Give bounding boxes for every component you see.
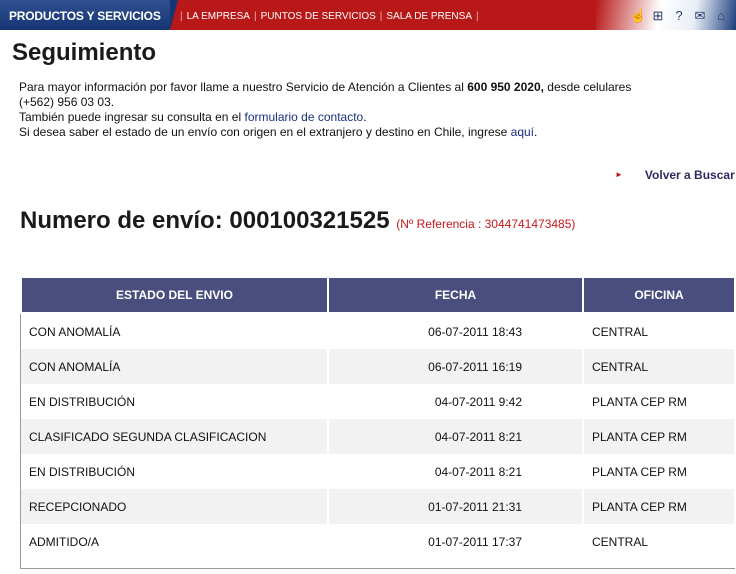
cell-estado: RECEPCIONADO bbox=[21, 489, 329, 524]
home-icon[interactable]: ⌂ bbox=[714, 9, 728, 22]
international-tracking-link[interactable]: aquí bbox=[511, 125, 534, 139]
brand-label: PRODUCTOS Y SERVICIOS bbox=[9, 9, 161, 23]
cell-estado: EN DISTRIBUCIÓN bbox=[21, 384, 329, 419]
phone-number: 600 950 2020, bbox=[467, 80, 544, 94]
header-oficina: OFICINA bbox=[582, 278, 736, 314]
arrow-right-icon: ► bbox=[615, 170, 623, 179]
table-row: EN DISTRIBUCIÓN 04-07-2011 8:21 PLANTA C… bbox=[21, 454, 736, 489]
sitemap-icon[interactable]: ⊞ bbox=[651, 9, 665, 22]
cell-fecha: 04-07-2011 9:42 bbox=[328, 384, 584, 419]
cell-oficina: PLANTA CEP RM bbox=[583, 419, 736, 454]
table-row: RECEPCIONADO 01-07-2011 21:31 PLANTA CEP… bbox=[21, 489, 736, 524]
info-line-3: También puede ingresar su consulta en el… bbox=[19, 110, 367, 124]
cell-fecha: 01-07-2011 17:37 bbox=[328, 524, 584, 559]
tracking-table-container: ESTADO DEL ENVIO FECHA OFICINA CON ANOMA… bbox=[20, 278, 736, 559]
cell-fecha: 04-07-2011 8:21 bbox=[328, 454, 584, 489]
cell-oficina: PLANTA CEP RM bbox=[583, 454, 736, 489]
info-line-2: (+562) 956 03 03. bbox=[19, 95, 115, 109]
header-tools: ☝ ⊞ ? ✉ ⌂ bbox=[630, 9, 728, 22]
shipment-number-heading: Numero de envío: 000100321525 (Nº Refere… bbox=[20, 207, 575, 235]
info-line-4: Si desea saber el estado de un envío con… bbox=[19, 125, 538, 139]
cell-estado: CLASIFICADO SEGUNDA CLASIFICACION bbox=[21, 419, 329, 454]
help-icon[interactable]: ? bbox=[672, 9, 686, 22]
cell-estado: ADMITIDO/A bbox=[21, 524, 329, 559]
hand-pointer-icon[interactable]: ☝ bbox=[630, 9, 646, 22]
cell-oficina: CENTRAL bbox=[583, 349, 736, 384]
mail-icon[interactable]: ✉ bbox=[693, 9, 707, 22]
brand-tab-corner bbox=[170, 0, 178, 30]
contact-form-link[interactable]: formulario de contacto bbox=[244, 110, 363, 124]
back-to-search-label: Volver a Buscar bbox=[644, 168, 735, 182]
top-navigation-bar: PRODUCTOS Y SERVICIOS | LA EMPRESA | PUNTOS… bbox=[0, 0, 736, 30]
table-header-row: ESTADO DEL ENVIO FECHA OFICINA bbox=[20, 278, 736, 314]
products-services-menu[interactable]: PRODUCTOS Y SERVICIOS bbox=[0, 0, 170, 30]
nav-sala-de-prensa[interactable]: SALA DE PRENSA bbox=[382, 11, 476, 22]
header-fecha: FECHA bbox=[327, 278, 584, 314]
back-to-search-link[interactable]: ► Volver a Buscar bbox=[615, 168, 735, 182]
page-title: Seguimiento bbox=[12, 39, 157, 66]
cell-estado: CON ANOMALÍA bbox=[21, 349, 329, 384]
cell-fecha: 04-07-2011 8:21 bbox=[328, 419, 584, 454]
top-nav: | LA EMPRESA | PUNTOS DE SERVICIOS | SALA DE … bbox=[180, 11, 479, 22]
info-text: Para mayor información por favor llame a… bbox=[19, 80, 719, 140]
cell-oficina: CENTRAL bbox=[583, 524, 736, 559]
table-row: EN DISTRIBUCIÓN 04-07-2011 9:42 PLANTA C… bbox=[21, 384, 736, 419]
table-row: CON ANOMALÍA 06-07-2011 16:19 CENTRAL bbox=[21, 349, 736, 384]
cell-oficina: PLANTA CEP RM bbox=[583, 384, 736, 419]
reference-number: (Nº Referencia : 3044741473485) bbox=[396, 217, 576, 231]
nav-la-empresa[interactable]: LA EMPRESA bbox=[183, 11, 254, 22]
cell-estado: EN DISTRIBUCIÓN bbox=[21, 454, 329, 489]
cell-oficina: CENTRAL bbox=[583, 313, 736, 349]
cell-fecha: 01-07-2011 21:31 bbox=[328, 489, 584, 524]
header-estado: ESTADO DEL ENVIO bbox=[20, 278, 329, 314]
cell-fecha: 06-07-2011 18:43 bbox=[328, 313, 584, 349]
table-row: CLASIFICADO SEGUNDA CLASIFICACION 04-07-… bbox=[21, 419, 736, 454]
nav-separator: | bbox=[476, 11, 479, 22]
info-line-1: Para mayor información por favor llame a… bbox=[19, 80, 632, 94]
cell-fecha: 06-07-2011 16:19 bbox=[328, 349, 584, 384]
cell-oficina: PLANTA CEP RM bbox=[583, 489, 736, 524]
shipment-number: Numero de envío: 000100321525 bbox=[20, 207, 390, 234]
nav-puntos-de-servicios[interactable]: PUNTOS DE SERVICIOS bbox=[257, 11, 380, 22]
cell-estado: CON ANOMALÍA bbox=[21, 313, 329, 349]
table-row: ADMITIDO/A 01-07-2011 17:37 CENTRAL bbox=[21, 524, 736, 559]
tracking-table: ESTADO DEL ENVIO FECHA OFICINA CON ANOMA… bbox=[20, 278, 736, 559]
table-row: CON ANOMALÍA 06-07-2011 18:43 CENTRAL bbox=[21, 313, 736, 349]
